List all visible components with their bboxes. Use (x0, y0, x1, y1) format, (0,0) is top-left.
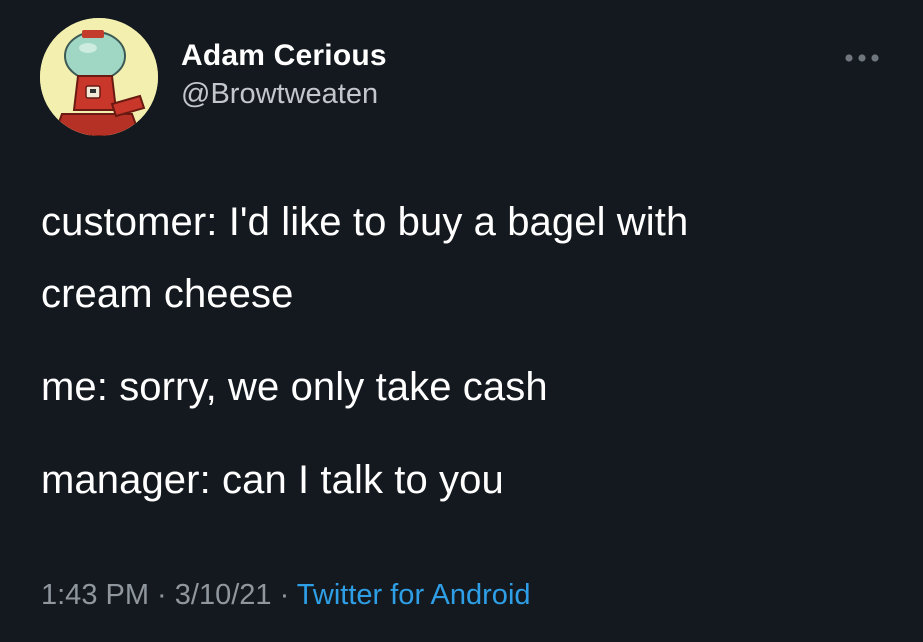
author-block: Adam Cerious @Browtweaten (181, 38, 387, 111)
display-name[interactable]: Adam Cerious (181, 38, 387, 74)
tweet-paragraph: customer: I'd like to buy a bagel with c… (41, 200, 689, 316)
tweet-text: customer: I'd like to buy a bagel with c… (41, 186, 891, 516)
meta-separator: · (271, 579, 297, 611)
tweet-card: Adam Cerious @Browtweaten customer: I'd … (0, 0, 923, 642)
tweet-date[interactable]: 3/10/21 (175, 579, 272, 611)
tweet-meta: 1:43 PM · 3/10/21 · Twitter for Android (41, 575, 531, 615)
more-options-button[interactable] (841, 46, 883, 70)
tweet-source-link[interactable]: Twitter for Android (297, 579, 531, 611)
tweet-time[interactable]: 1:43 PM (41, 579, 149, 611)
tweet-paragraph: me: sorry, we only take cash (41, 365, 548, 409)
tweet-paragraph: manager: can I talk to you (41, 458, 504, 502)
more-horizontal-icon (845, 54, 879, 62)
gumball-machine-avatar-icon (40, 18, 158, 136)
avatar[interactable] (40, 18, 158, 136)
meta-separator: · (149, 579, 175, 611)
user-handle[interactable]: @Browtweaten (181, 77, 387, 111)
